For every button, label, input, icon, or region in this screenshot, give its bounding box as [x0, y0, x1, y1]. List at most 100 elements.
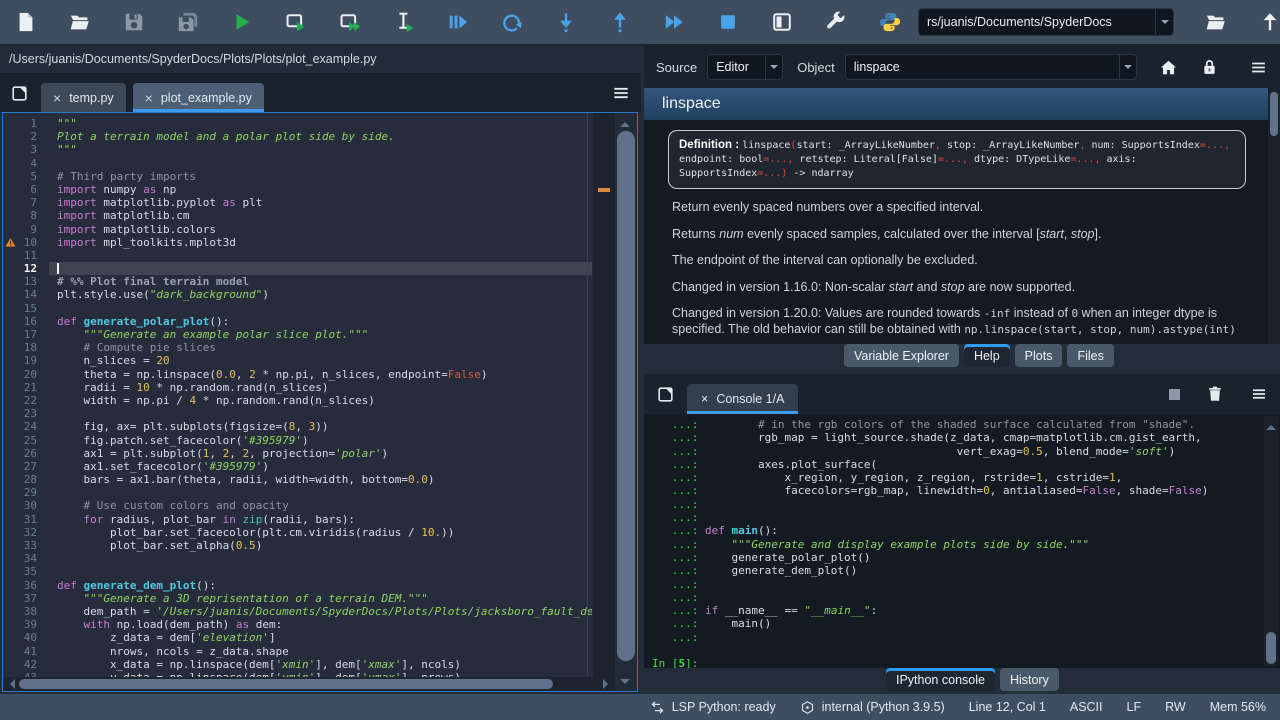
close-icon[interactable]: × — [145, 91, 153, 105]
code-text: """Generate a 3D reprisentation of a ter… — [83, 591, 428, 605]
home-icon[interactable] — [1159, 58, 1178, 77]
scroll-left-arrow-icon[interactable] — [5, 679, 15, 689]
run-cell-button[interactable] — [284, 10, 308, 34]
step-return-button[interactable] — [608, 10, 632, 34]
save-button[interactable] — [122, 10, 146, 34]
pane-tab-history[interactable]: History — [999, 668, 1059, 691]
interrupt-kernel-icon[interactable] — [1169, 388, 1180, 400]
pane-tab-files[interactable]: Files — [1067, 344, 1114, 367]
code-text: theta = np.linspace(0.0, 2 * np.pi, n_sl… — [57, 367, 488, 381]
save-all-button[interactable] — [176, 10, 200, 34]
browse-working-directory-button[interactable] — [1204, 10, 1228, 34]
code-line: 8 import matplotlib.cm — [3, 209, 592, 222]
code-line: 41 nrows, ncols = z_data.shape — [3, 645, 592, 658]
code-line: 4 — [3, 157, 592, 170]
code-line: 25 fig.patch.set_facecolor('#395979') — [3, 434, 592, 447]
scroll-right-arrow-icon[interactable] — [603, 679, 613, 689]
scroll-down-arrow-icon[interactable] — [620, 679, 630, 689]
pane-tab-variable-explorer[interactable]: Variable Explorer — [844, 344, 959, 367]
close-icon[interactable]: × — [701, 392, 708, 406]
text-cursor — [57, 263, 59, 275]
scroll-down-arrow-icon[interactable] — [1266, 654, 1276, 664]
pane-tab-plots[interactable]: Plots — [1014, 344, 1063, 367]
continue-button[interactable] — [662, 10, 686, 34]
status-label: Line 12, Col 1 — [968, 700, 1046, 714]
editor-vertical-scrollbar[interactable] — [614, 113, 637, 691]
close-icon[interactable]: × — [53, 91, 61, 105]
browse-tabs-icon[interactable] — [656, 385, 675, 404]
help-options-menu-icon[interactable] — [1249, 58, 1268, 77]
browse-tabs-icon[interactable] — [10, 84, 29, 103]
help-source-label: Source — [656, 59, 698, 75]
chevron-down-icon[interactable] — [1155, 9, 1173, 35]
run-file-button[interactable] — [230, 10, 254, 34]
code-line: 24 fig, ax= plt.subplots(figsize=(8, 3)) — [3, 420, 592, 433]
ipython-console[interactable]: ...: # in the rgb colors of the shaded s… — [644, 414, 1280, 668]
debug-file-button[interactable] — [446, 10, 470, 34]
code-line: 14 plt.style.use("dark_background") — [3, 288, 592, 301]
open-file-button[interactable] — [68, 10, 92, 34]
line-number: 15 — [23, 301, 37, 315]
code-text: # Compute pie slices — [83, 341, 216, 355]
code-text: z_data = dem['elevation'] — [57, 631, 276, 645]
editor-tab-temp.py[interactable]: × temp.py — [41, 83, 126, 112]
code-line: 16 def generate_polar_plot(): — [3, 315, 592, 328]
run-selection-button[interactable] — [392, 10, 416, 34]
help-object-input[interactable] — [845, 60, 1119, 74]
parent-directory-button[interactable] — [1258, 10, 1280, 34]
console-tab[interactable]: × Console 1/A — [687, 384, 799, 414]
working-directory-combobox[interactable] — [918, 8, 1174, 36]
step-into-button[interactable] — [554, 10, 578, 34]
pane-tab-ipython-console[interactable]: IPython console — [886, 668, 995, 691]
pane-tab-help[interactable]: Help — [963, 344, 1010, 367]
code-text: import mpl_toolkits.mplot3d — [57, 235, 236, 249]
scroll-up-arrow-icon[interactable] — [620, 117, 630, 127]
code-line: 6 import numpy as np — [3, 183, 592, 196]
code-text — [49, 262, 592, 276]
preferences-button[interactable] — [824, 10, 848, 34]
re-run-cell-button[interactable] — [500, 10, 524, 34]
new-file-button[interactable] — [14, 10, 38, 34]
console-scrollbar[interactable] — [1264, 416, 1278, 666]
run-cell-and-advance-button[interactable] — [338, 10, 362, 34]
editor-hscroll-thumb[interactable] — [19, 679, 553, 689]
code-line: 23 — [3, 407, 592, 420]
lock-icon[interactable] — [1200, 58, 1219, 77]
code-text: width = np.pi / 4 * np.random.rand(n_sli… — [57, 393, 375, 407]
code-line: 9 import matplotlib.colors — [3, 223, 592, 236]
editor-scrollflag-area — [593, 113, 615, 677]
code-text: ax1.set_facecolor('#395979') — [57, 459, 269, 473]
editor-tab-plot_example.py[interactable]: × plot_example.py — [132, 83, 264, 112]
code-line: 17 """Generate an example polar slice pl… — [3, 328, 592, 341]
console-options-menu-icon[interactable] — [1250, 385, 1268, 403]
code-text: nrows, ncols = z_data.shape — [57, 644, 289, 658]
trash-icon[interactable] — [1206, 385, 1224, 403]
help-source-select[interactable]: Editor — [707, 54, 784, 80]
line-number: 14 — [23, 288, 37, 302]
code-line: 15 — [3, 302, 592, 315]
editor-code[interactable]: 1 """ 2 Plot a terrain model and a polar pl… — [3, 117, 592, 684]
help-scrollbar[interactable] — [1268, 88, 1280, 344]
console-line: ...: vert_exag=0.5, blend_mode='soft') — [652, 444, 1176, 458]
code-text: bars = ax1.bar(theta, radii, width=width… — [57, 473, 435, 487]
stop-button[interactable] — [716, 10, 740, 34]
help-scroll-thumb[interactable] — [1270, 92, 1278, 136]
working-directory-input[interactable] — [919, 15, 1155, 29]
code-line: 36 def generate_dem_plot(): — [3, 579, 592, 592]
code-line: 42 x_data = np.linspace(dem['xmin'], dem… — [3, 658, 592, 671]
editor-horizontal-scrollbar[interactable] — [3, 677, 615, 691]
editor-vscroll-thumb[interactable] — [617, 131, 635, 661]
chevron-down-icon[interactable] — [765, 55, 782, 79]
console-tab-bar: × Console 1/A — [644, 374, 1280, 414]
code-line: 30 # Use custom colors and opacity — [3, 499, 592, 512]
code-editor[interactable]: 1 """ 2 Plot a terrain model and a polar pl… — [2, 112, 638, 692]
scroll-up-arrow-icon[interactable] — [1266, 420, 1276, 430]
editor-options-menu-icon[interactable] — [611, 83, 631, 103]
maximize-pane-button[interactable] — [770, 10, 794, 34]
line-number: 8 — [30, 209, 37, 223]
code-line: 33 plot_bar.set_alpha(0.5) — [3, 539, 592, 552]
help-object-combobox[interactable] — [844, 54, 1137, 80]
chevron-down-icon[interactable] — [1118, 55, 1136, 79]
code-line: 11 — [3, 249, 592, 262]
